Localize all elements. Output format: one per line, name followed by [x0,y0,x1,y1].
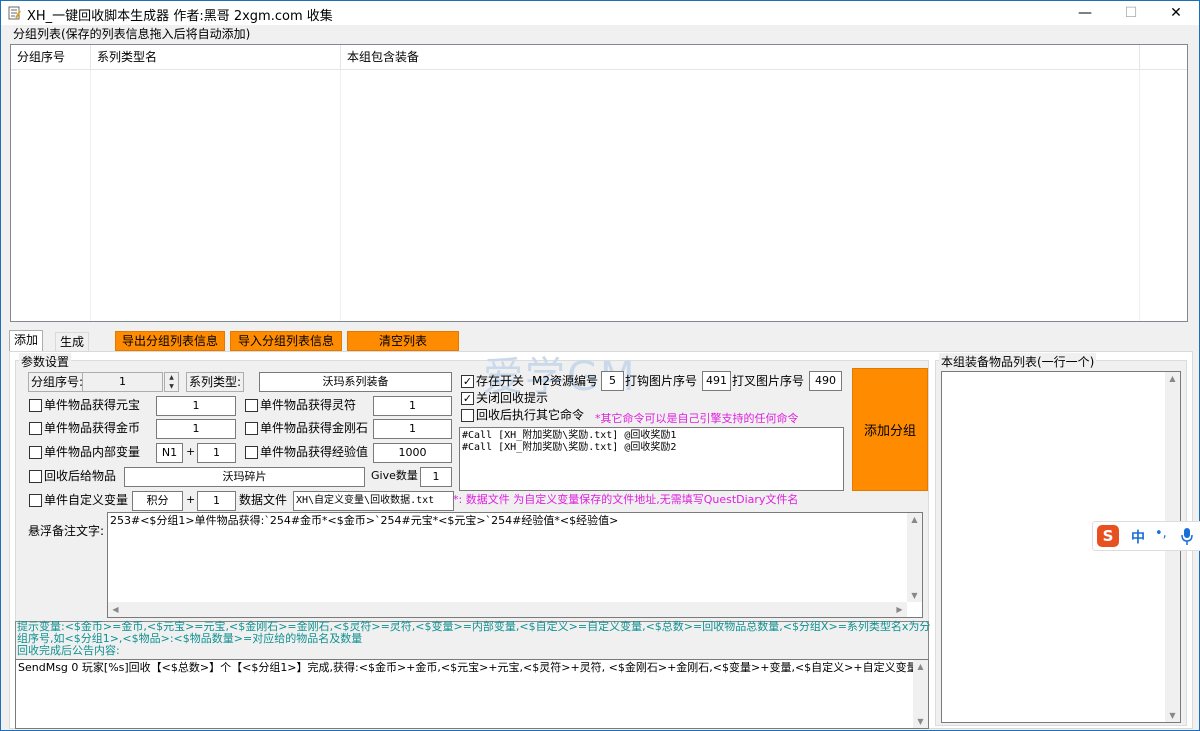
gold-input[interactable]: 1 [156,419,236,439]
group-no-stepper[interactable]: ▲ ▼ [164,372,179,392]
give-count-label: Give数量 [371,469,418,482]
var-plus: + [186,445,196,458]
series-type-label: 系列类型: [186,372,245,392]
custom-var-label: 单件自定义变量 [44,493,129,507]
import-list-button[interactable]: 导入分组列表信息 [230,331,342,351]
cross-img-label: 打叉图片序号 [732,374,805,388]
window-title: XH_一键回收脚本生成器 作者:黑哥 2xgm.com 收集 [27,9,333,24]
exp-label: 单件物品获得经验值 [260,445,369,459]
equip-list-title: 本组装备物品列表(一行一个) [939,353,1097,370]
column-series-type[interactable]: 系列类型名 [91,45,341,70]
column-divider [90,70,91,321]
give-item-label: 回收后给物品 [44,469,117,483]
sogou-logo-icon[interactable]: S [1097,525,1119,547]
close-tip-checkbox[interactable]: ✓ [461,392,474,405]
custom-var-plus: + [186,493,196,506]
scroll-up-icon[interactable]: ▲ [1165,374,1180,383]
group-no-input[interactable]: 1 [82,372,163,392]
ime-lang-toggle[interactable]: 中 [1131,527,1145,547]
run-other-checkbox[interactable] [461,409,474,422]
exp-input[interactable]: 1000 [373,443,452,463]
give-item-input[interactable]: 沃玛碎片 [124,467,365,487]
m2-label: M2资源编号 [532,374,598,388]
series-type-input[interactable]: 沃玛系列装备 [259,372,452,392]
group-list-title: 分组列表(保存的列表信息拖入后将自动添加) [12,25,252,42]
var-label: 单件物品内部变量 [44,445,141,459]
scroll-right-icon[interactable]: ▶ [892,605,907,614]
microphone-icon[interactable] [1181,528,1193,545]
lingfu-input[interactable]: 1 [373,396,452,416]
group-no-label: 分组序号: [28,372,87,392]
diamond-checkbox[interactable] [245,422,258,435]
give-item-checkbox[interactable] [29,470,42,483]
stepper-up-icon[interactable]: ▲ [165,373,178,382]
other-hint: *其它命令可以是自己引擎支持的任何命令 [595,412,799,425]
close-tip-label: 关闭回收提示 [476,391,549,405]
remark-label: 悬浮备注文字: [28,524,105,538]
yuanbao-checkbox[interactable] [29,399,42,412]
params-title: 参数设置 [19,353,72,370]
exp-checkbox[interactable] [245,446,258,459]
announce-label: 回收完成后公告内容: [17,644,120,657]
column-group-no[interactable]: 分组序号 [11,45,91,70]
check-img-input[interactable]: 491 [702,371,731,391]
give-count-input[interactable]: 1 [420,467,452,487]
var-value-input[interactable]: 1 [197,443,236,463]
custom-var-checkbox[interactable] [29,494,42,507]
var-name-input[interactable]: N1 [156,443,183,463]
datafile-label: 数据文件 [239,493,288,507]
custom-var-name-input[interactable]: 积分 [132,491,183,511]
m2-input[interactable]: 5 [601,371,624,391]
ime-punct-toggle[interactable]: •, [1155,526,1167,541]
column-divider [340,70,341,321]
custom-var-value-input[interactable]: 1 [197,491,236,511]
lingfu-checkbox[interactable] [245,399,258,412]
scroll-up-icon[interactable]: ▲ [907,515,922,524]
diamond-input[interactable]: 1 [373,419,452,439]
remark-vscrollbar[interactable]: ▲ ▼ [907,513,922,602]
announce-vscrollbar[interactable]: ▲ ▼ [913,660,928,728]
cross-img-input[interactable]: 490 [809,371,842,391]
check-img-label: 打钩图片序号 [625,374,698,388]
yuanbao-label: 单件物品获得元宝 [44,398,141,412]
scroll-down-icon[interactable]: ▼ [913,717,928,726]
scroll-left-icon[interactable]: ◀ [108,605,123,614]
announce-textarea[interactable]: SendMsg 0 玩家[%s]回收【<$总数>】个【<$分组1>】完成,获得:… [15,659,929,729]
scroll-up-icon[interactable]: ▲ [913,662,928,671]
app-window: XH_一键回收脚本生成器 作者:黑哥 2xgm.com 收集 — ☐ ✕ 分组列… [0,0,1200,731]
exist-switch-checkbox[interactable]: ✓ [461,375,474,388]
close-button[interactable]: ✕ [1153,1,1199,25]
diamond-label: 单件物品获得金刚石 [260,421,369,435]
var-checkbox[interactable] [29,446,42,459]
stepper-down-icon[interactable]: ▼ [165,382,178,391]
yuanbao-input[interactable]: 1 [156,396,236,416]
gold-label: 单件物品获得金币 [44,421,141,435]
group-list-view[interactable]: 分组序号 系列类型名 本组包含装备 [10,44,1188,322]
tab-generate[interactable]: 生成 [55,332,90,352]
export-list-button[interactable]: 导出分组列表信息 [115,331,225,351]
notepad-icon [8,6,21,20]
add-group-button[interactable]: 添加分组 [852,368,928,491]
column-divider [1139,70,1140,321]
remark-hscrollbar[interactable]: ◀ ▶ [108,602,907,617]
datafile-hint: *: 数据文件 为自定义变量保存的文件地址,无需填写QuestDiary文件名 [453,493,799,506]
lingfu-label: 单件物品获得灵符 [260,398,357,412]
clear-list-button[interactable]: 清空列表 [347,331,459,351]
gold-checkbox[interactable] [29,422,42,435]
group-list-header: 分组序号 系列类型名 本组包含装备 [11,45,1187,70]
commands-textarea[interactable]: #Call [XH_附加奖励\奖励.txt] @回收奖励1 #Call [XH_… [459,427,844,491]
tab-add[interactable]: 添加 [9,330,44,352]
scroll-down-icon[interactable]: ▼ [907,591,922,600]
run-other-label: 回收后执行其它命令 [476,408,585,422]
ime-toolbar[interactable]: S 中 •, [1092,521,1200,551]
title-bar: XH_一键回收脚本生成器 作者:黑哥 2xgm.com 收集 — ☐ ✕ [1,1,1199,25]
minimize-button[interactable]: — [1062,1,1108,25]
scroll-down-icon[interactable]: ▼ [1165,711,1180,720]
datafile-input[interactable]: XH\自定义变量\回收数据.txt [293,491,454,511]
exist-switch-label: 存在开关 [476,374,525,388]
column-equipment[interactable]: 本组包含装备 [341,45,1140,70]
maximize-button[interactable]: ☐ [1108,1,1154,25]
